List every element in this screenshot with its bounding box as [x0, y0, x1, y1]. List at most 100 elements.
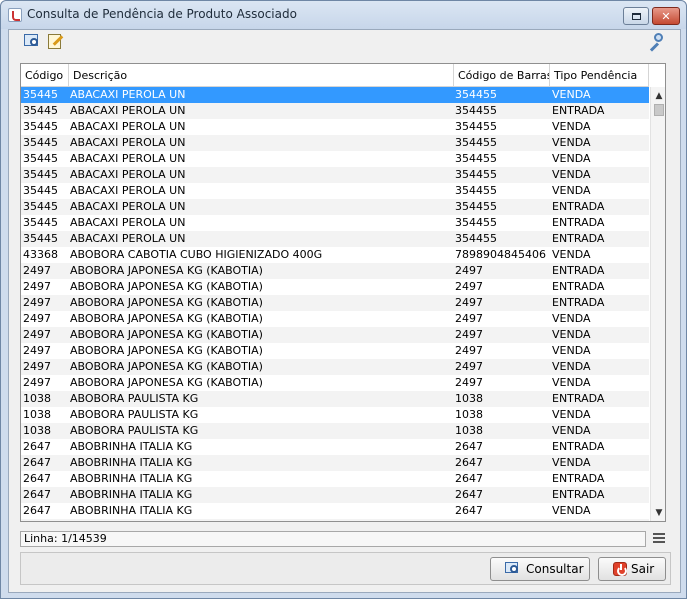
table-row[interactable]: 35445 ABACAXI PEROLA UN 354455 ENTRADA [21, 215, 649, 231]
cell-descricao: ABACAXI PEROLA UN [70, 232, 186, 245]
cell-codigo: 2497 [23, 312, 51, 325]
table-row[interactable]: 1038 ABOBORA PAULISTA KG 1038 VENDA [21, 423, 649, 439]
cell-codigo: 2647 [23, 440, 51, 453]
table-row[interactable]: 2647 ABOBRINHA ITALIA KG 2647 ENTRADA [21, 471, 649, 487]
table-header: Código Descrição Código de Barras Tipo P… [21, 64, 649, 87]
table-row[interactable]: 35445 ABACAXI PEROLA UN 354455 VENDA [21, 151, 649, 167]
cell-codigo-barras: 2647 [455, 440, 483, 453]
cell-codigo: 35445 [23, 104, 58, 117]
table-row[interactable]: 35445 ABACAXI PEROLA UN 354455 ENTRADA [21, 231, 649, 247]
cell-tipo-pendencia: ENTRADA [552, 216, 605, 229]
table-row[interactable]: 2497 ABOBORA JAPONESA KG (KABOTIA) 2497 VEN… [21, 343, 649, 359]
cell-codigo: 35445 [23, 216, 58, 229]
table-row[interactable]: 2497 ABOBORA JAPONESA KG (KABOTIA) 2497 ENT… [21, 279, 649, 295]
column-header-tipo-pendencia[interactable]: Tipo Pendência [550, 64, 649, 87]
cell-codigo-barras: 354455 [455, 232, 497, 245]
close-button[interactable]: ✕ [652, 7, 680, 25]
cell-descricao: ABOBORA PAULISTA KG [70, 392, 199, 405]
cell-codigo: 35445 [23, 168, 58, 181]
cell-tipo-pendencia: ENTRADA [552, 264, 605, 277]
table-row[interactable]: 2497 ABOBORA JAPONESA KG (KABOTIA) 2497 VEN… [21, 375, 649, 391]
cell-tipo-pendencia: VENDA [552, 328, 591, 341]
table-row[interactable]: 35445 ABACAXI PEROLA UN 354455 ENTRADA [21, 199, 649, 215]
column-header-codigo[interactable]: Código [21, 64, 69, 87]
cell-codigo: 2497 [23, 264, 51, 277]
cell-codigo: 35445 [23, 120, 58, 133]
title-bar[interactable]: Consulta de Pendência de Produto Associa… [1, 1, 686, 29]
table-row[interactable]: 2647ABOBRINHA ITALIA KG2647VENDA [21, 519, 649, 521]
table-row[interactable]: 2647 ABOBRINHA ITALIA KG 2647 ENTRADA [21, 439, 649, 455]
cell-codigo: 2497 [23, 360, 51, 373]
vertical-scrollbar[interactable]: ▲ ▼ [650, 87, 665, 521]
window-title: Consulta de Pendência de Produto Associa… [27, 7, 297, 21]
cell-tipo-pendencia: VENDA [552, 408, 591, 421]
table-row[interactable]: 2497 ABOBORA JAPONESA KG (KABOTIA) 2497 ENT… [21, 295, 649, 311]
cell-codigo-barras: 354455 [455, 168, 497, 181]
table-row[interactable]: 35445 ABACAXI PEROLA UN 354455 VENDA [21, 135, 649, 151]
table-row[interactable]: 35445 ABACAXI PEROLA UN 354455 VENDA [21, 183, 649, 199]
cell-tipo-pendencia: ENTRADA [552, 200, 605, 213]
column-header-codigo-barras[interactable]: Código de Barras [454, 64, 550, 87]
table-row[interactable]: 2497 ABOBORA JAPONESA KG (KABOTIA) 2497 VEN… [21, 327, 649, 343]
table-row[interactable]: 1038 ABOBORA PAULISTA KG 1038 ENTRADA [21, 391, 649, 407]
cell-codigo-barras: 354455 [455, 216, 497, 229]
cell-codigo: 2497 [23, 296, 51, 309]
table-row[interactable]: 35445 ABACAXI PEROLA UN 354455 ENTRADA [21, 103, 649, 119]
cell-codigo: 35445 [23, 184, 58, 197]
cell-tipo-pendencia: ENTRADA [552, 392, 605, 405]
cell-tipo-pendencia: ENTRADA [552, 280, 605, 293]
cell-codigo-barras: 2497 [455, 360, 483, 373]
results-table[interactable]: Código Descrição Código de Barras Tipo P… [20, 63, 666, 522]
table-row[interactable]: 1038 ABOBORA PAULISTA KG 1038 VENDA [21, 407, 649, 423]
cell-tipo-pendencia: VENDA [552, 120, 591, 133]
cell-descricao: ABOBRINHA ITALIA KG [70, 440, 193, 453]
cell-codigo-barras: 1038 [455, 424, 483, 437]
cell-tipo-pendencia: VENDA [552, 376, 591, 389]
table-row[interactable]: 35445 ABACAXI PEROLA UN 354455 VENDA [21, 167, 649, 183]
edit-record-icon[interactable] [47, 33, 65, 51]
cell-codigo-barras: 2647 [455, 456, 483, 469]
cell-codigo: 43368 [23, 248, 58, 261]
table-row[interactable]: 43368 ABOBORA CABOTIA CUBO HIGIENIZADO 40… [21, 247, 649, 263]
table-row[interactable]: 2647ABOBRINHA ITALIA KG2647VENDA [21, 503, 649, 519]
cell-codigo: 2497 [23, 376, 51, 389]
scroll-up-icon[interactable]: ▲ [651, 89, 665, 103]
cell-codigo: 2647 [23, 488, 51, 501]
table-row[interactable]: 2497 ABOBORA JAPONESA KG (KABOTIA) 2497 VEN… [21, 359, 649, 375]
menu-icon[interactable] [653, 533, 665, 545]
cell-tipo-pendencia: VENDA [552, 344, 591, 357]
cell-descricao: ABOBRINHA ITALIA KG [69, 519, 454, 521]
scroll-thumb[interactable] [654, 104, 664, 116]
cell-descricao: ABACAXI PEROLA UN [70, 104, 186, 117]
cell-tipo-pendencia: VENDA [552, 152, 591, 165]
search-key-icon[interactable] [647, 32, 665, 52]
cell-codigo: 2497 [23, 328, 51, 341]
cell-descricao: ABOBRINHA ITALIA KG [70, 472, 193, 485]
cell-codigo-barras: 2647 [454, 519, 550, 521]
cell-codigo-barras: 2497 [455, 264, 483, 277]
cell-descricao: ABOBORA JAPONESA KG (KABOTIA) [70, 280, 263, 293]
consultar-button[interactable]: Consultar [490, 557, 590, 581]
java-app-icon [8, 8, 22, 22]
column-header-descricao[interactable]: Descrição [69, 64, 454, 87]
table-row[interactable]: 2647ABOBRINHA ITALIA KG2647VENDA [21, 455, 649, 471]
table-row[interactable]: 2647 ABOBRINHA ITALIA KG 2647 ENTRADA [21, 487, 649, 503]
consultar-icon [505, 561, 521, 577]
scroll-down-icon[interactable]: ▼ [651, 506, 665, 520]
table-row[interactable]: 35445 ABACAXI PEROLA UN 354455 VENDA [21, 119, 649, 135]
cell-descricao: ABACAXI PEROLA UN [70, 136, 186, 149]
table-body[interactable]: 35445 ABACAXI PEROLA UN 354455 VENDA 35445 AB… [21, 87, 649, 521]
cell-codigo-barras: 2497 [455, 296, 483, 309]
cell-codigo: 35445 [23, 88, 58, 101]
view-record-icon[interactable] [24, 33, 42, 51]
cell-codigo-barras: 2647 [455, 472, 483, 485]
cell-codigo: 35445 [23, 232, 58, 245]
table-row[interactable]: 2497 ABOBORA JAPONESA KG (KABOTIA) 2497 VEN… [21, 311, 649, 327]
sair-button[interactable]: Sair [598, 557, 666, 581]
restore-button[interactable] [623, 7, 649, 25]
cell-codigo-barras: 354455 [455, 200, 497, 213]
cell-tipo-pendencia: VENDA [552, 312, 591, 325]
table-row[interactable]: 2497 ABOBORA JAPONESA KG (KABOTIA) 2497 ENT… [21, 263, 649, 279]
cell-codigo: 1038 [23, 408, 51, 421]
table-row[interactable]: 35445 ABACAXI PEROLA UN 354455 VENDA [21, 87, 649, 103]
